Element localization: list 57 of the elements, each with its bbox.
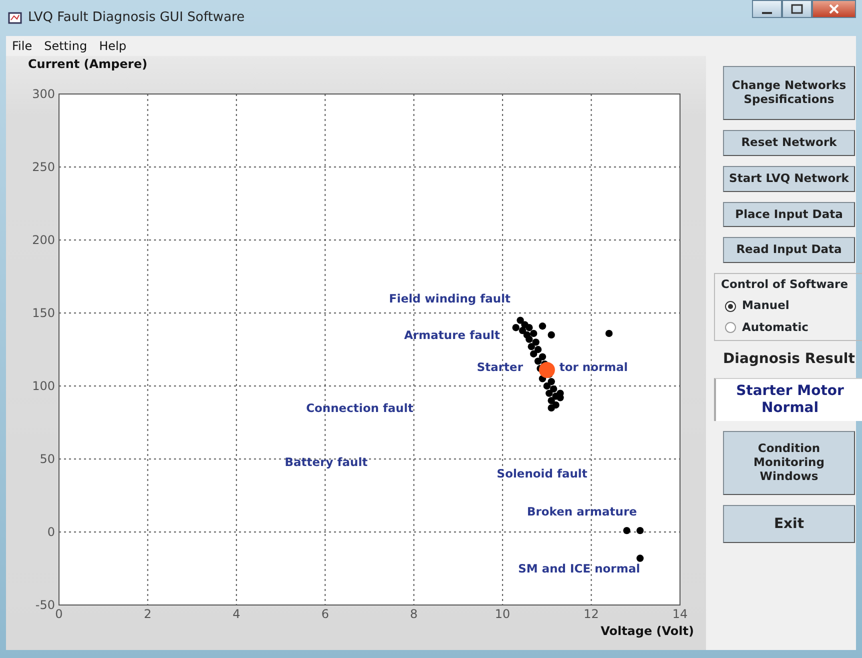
action-button[interactable]: Read Input Data — [723, 237, 855, 264]
annotation-label: SM and ICE normal — [518, 562, 640, 576]
annotation-label: Broken armature — [526, 504, 637, 519]
result-label: Diagnosis Result — [723, 350, 855, 368]
tick-label: 300 — [32, 87, 55, 101]
radio-button[interactable] — [725, 322, 736, 333]
maximize-icon — [791, 4, 803, 14]
radio-button[interactable] — [725, 300, 736, 312]
data-point — [636, 554, 644, 562]
tick-label: 2 — [144, 607, 152, 621]
group-title: Control of Software — [721, 276, 849, 294]
annotation-label: tor normal — [559, 360, 628, 374]
tick-label: 6 — [321, 607, 329, 621]
tick-label: 0 — [55, 607, 63, 621]
tick-label: 200 — [32, 233, 55, 247]
data-point — [636, 526, 644, 534]
tick-label: 14 — [672, 607, 688, 621]
close-icon — [829, 4, 839, 14]
axis-label: Voltage (Volt) — [600, 624, 694, 638]
minimize-button[interactable] — [752, 0, 782, 18]
action-button[interactable]: Condition Monitoring Windows — [723, 431, 855, 496]
result-field: Starter Motor Normal — [714, 378, 862, 422]
menu-item[interactable]: Help — [99, 37, 126, 55]
annotation-label: Field winding fault — [389, 291, 511, 306]
action-button[interactable]: Change Networks Spesifications — [723, 66, 855, 120]
tick-label: 0 — [47, 525, 55, 539]
annotation-label: Connection fault — [306, 400, 414, 415]
app-icon — [8, 12, 22, 24]
menu-item[interactable]: File — [12, 37, 32, 55]
tick-label: 150 — [32, 306, 55, 320]
data-point — [605, 330, 613, 338]
tick-label: 100 — [32, 379, 55, 393]
tick-label: 10 — [494, 607, 510, 621]
annotation-label: Battery fault — [284, 454, 368, 469]
maximize-button[interactable] — [782, 0, 812, 18]
data-point — [623, 526, 630, 534]
menu-item[interactable]: Setting — [44, 37, 88, 55]
action-button[interactable]: Start LVQ Network — [723, 166, 855, 192]
tick-label: 8 — [410, 607, 418, 621]
action-button[interactable]: Place Input Data — [723, 202, 855, 228]
radio-label[interactable]: Manuel — [742, 297, 790, 315]
prototype-point — [538, 362, 555, 378]
minimize-icon — [762, 12, 772, 14]
tick-label: 4 — [232, 607, 240, 621]
action-button[interactable]: Reset Network — [723, 130, 855, 156]
annotation-label: Armature fault — [404, 328, 500, 342]
tick-label: 50 — [40, 452, 55, 466]
annotation-label: Starter — [476, 360, 524, 374]
close-button[interactable] — [812, 0, 856, 18]
annotation-label: Solenoid fault — [496, 466, 588, 481]
tick-label: -50 — [35, 598, 55, 612]
radio-label[interactable]: Automatic — [742, 318, 808, 336]
action-button[interactable]: Exit — [723, 505, 855, 544]
window-title: LVQ Fault Diagnosis GUI Software — [28, 9, 245, 28]
tick-label: 250 — [32, 160, 55, 174]
tick-label: 12 — [584, 607, 599, 621]
axis-label: Current (Ampere) — [28, 57, 148, 71]
